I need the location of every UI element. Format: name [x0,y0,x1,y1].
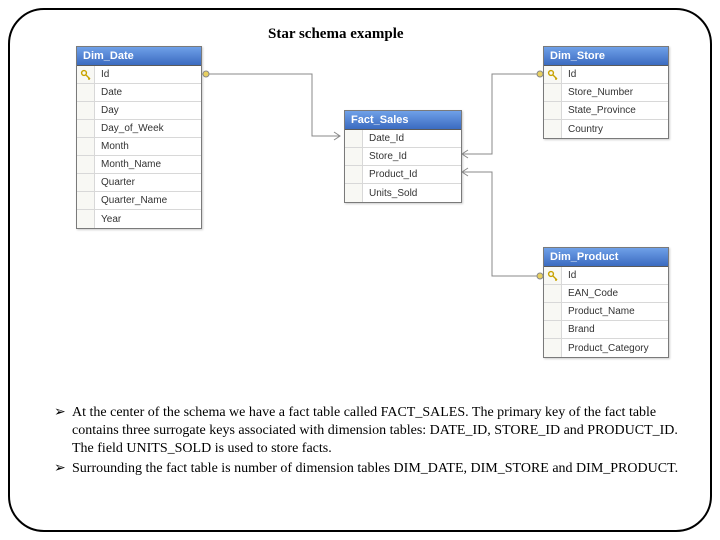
table-row: Month [77,138,201,156]
table-dim-store: Dim_Store Id Store_Number State_Province… [543,46,669,139]
key-icon [547,69,559,81]
table-row: Id [544,267,668,285]
field-name: Month [95,141,201,152]
field-name: Id [562,270,668,281]
table-row: Brand [544,321,668,339]
table-row: EAN_Code [544,285,668,303]
bullet-list: ➢ At the center of the schema we have a … [54,404,686,480]
bullet-arrow-icon: ➢ [54,460,72,478]
table-row: Day_of_Week [77,120,201,138]
bullet-text: At the center of the schema we have a fa… [72,404,686,458]
field-name: EAN_Code [562,288,668,299]
table-row: Units_Sold [345,184,461,202]
field-name: State_Province [562,105,668,116]
table-row: Day [77,102,201,120]
table-row: Product_Id [345,166,461,184]
field-name: Product_Category [562,343,668,354]
field-name: Id [95,69,201,80]
table-dim-product: Dim_Product Id EAN_Code Product_Name Bra… [543,247,669,358]
field-name: Day_of_Week [95,123,201,134]
table-header: Dim_Product [544,248,668,267]
field-name: Year [95,214,201,225]
connector-date-to-fact [202,66,344,146]
field-name: Brand [562,324,668,335]
connector-store-to-fact [462,66,544,162]
table-row: Product_Category [544,339,668,357]
field-name: Country [562,124,668,135]
field-name: Date_Id [363,133,461,144]
field-name: Product_Id [363,169,461,180]
table-header: Dim_Date [77,47,201,66]
field-name: Month_Name [95,159,201,170]
page-title: Star schema example [268,26,404,43]
table-row: State_Province [544,102,668,120]
slide-frame: Star schema example Dim_Date Id Date Day… [8,8,712,532]
table-row: Id [544,66,668,84]
table-row: Id [77,66,201,84]
table-row: Quarter [77,174,201,192]
table-row: Date [77,84,201,102]
field-name: Quarter_Name [95,195,201,206]
table-fact-sales: Fact_Sales Date_Id Store_Id Product_Id U… [344,110,462,203]
field-name: Store_Id [363,151,461,162]
table-row: Store_Number [544,84,668,102]
field-name: Day [95,105,201,116]
bullet-item: ➢ At the center of the schema we have a … [54,404,686,458]
bullet-item: ➢ Surrounding the fact table is number o… [54,460,686,478]
bullet-text: Surrounding the fact table is number of … [72,460,678,478]
table-row: Store_Id [345,148,461,166]
table-dim-date: Dim_Date Id Date Day Day_of_Week Month M… [76,46,202,229]
field-name: Units_Sold [363,188,461,199]
table-row: Quarter_Name [77,192,201,210]
table-header: Fact_Sales [345,111,461,130]
table-row: Month_Name [77,156,201,174]
key-icon [80,69,92,81]
table-header: Dim_Store [544,47,668,66]
field-name: Id [562,69,668,80]
table-row: Year [77,210,201,228]
field-name: Quarter [95,177,201,188]
field-name: Store_Number [562,87,668,98]
table-row: Country [544,120,668,138]
bullet-arrow-icon: ➢ [54,404,72,458]
table-row: Product_Name [544,303,668,321]
field-name: Date [95,87,201,98]
connector-product-to-fact [462,166,544,282]
key-icon [547,270,559,282]
table-row: Date_Id [345,130,461,148]
field-name: Product_Name [562,306,668,317]
